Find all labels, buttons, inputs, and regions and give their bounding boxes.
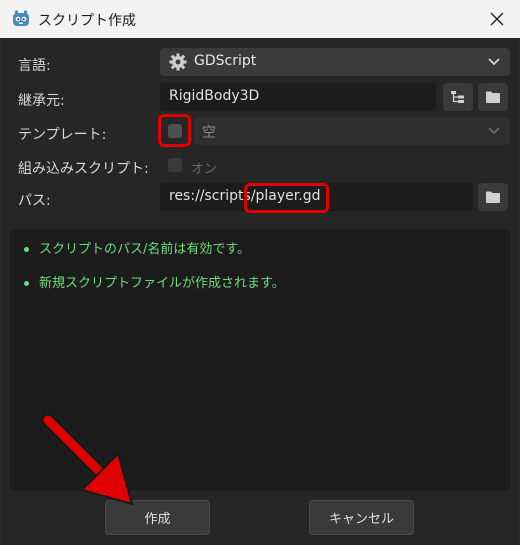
template-value: 空: [202, 125, 216, 141]
bullet-icon: [24, 247, 29, 252]
builtin-checkbox[interactable]: [168, 158, 182, 172]
inherits-tree-button[interactable]: [443, 83, 473, 111]
builtin-label: 組み込みスクリプト:: [18, 161, 149, 177]
folder-icon: [486, 191, 500, 203]
folder-icon: [486, 91, 500, 103]
language-label: 言語:: [18, 58, 51, 74]
inherits-field[interactable]: RigidBody3D: [160, 83, 436, 111]
title-bar: スクリプト作成: [0, 0, 520, 38]
builtin-value: オン: [191, 162, 218, 177]
bullet-icon: [24, 281, 29, 286]
validation-message: スクリプトのパス/名前は有効です。: [24, 238, 250, 257]
inherits-browse-button[interactable]: [478, 83, 508, 111]
template-checkbox-highlight: [158, 114, 191, 147]
chevron-down-icon: [488, 127, 500, 135]
template-select[interactable]: 空: [194, 117, 510, 145]
language-value: GDScript: [194, 53, 257, 69]
path-browse-button[interactable]: [478, 183, 508, 211]
cancel-button[interactable]: キャンセル: [309, 500, 414, 535]
close-icon: [490, 12, 504, 26]
godot-icon: [13, 10, 29, 26]
inherits-label: 継承元:: [18, 93, 65, 109]
chevron-down-icon: [488, 58, 500, 66]
template-label: テンプレート:: [18, 127, 107, 143]
annotation-arrow: [41, 413, 134, 506]
inherits-value: RigidBody3D: [169, 88, 260, 104]
gear-icon: [169, 53, 187, 71]
validation-message: 新規スクリプトファイルが作成されます。: [24, 272, 285, 291]
path-filename-highlight: [244, 183, 329, 213]
language-select[interactable]: GDScript: [160, 48, 510, 76]
window-title: スクリプト作成: [38, 13, 136, 29]
path-label: パス:: [18, 193, 51, 209]
tree-icon: [451, 91, 464, 103]
close-button[interactable]: [474, 0, 520, 38]
